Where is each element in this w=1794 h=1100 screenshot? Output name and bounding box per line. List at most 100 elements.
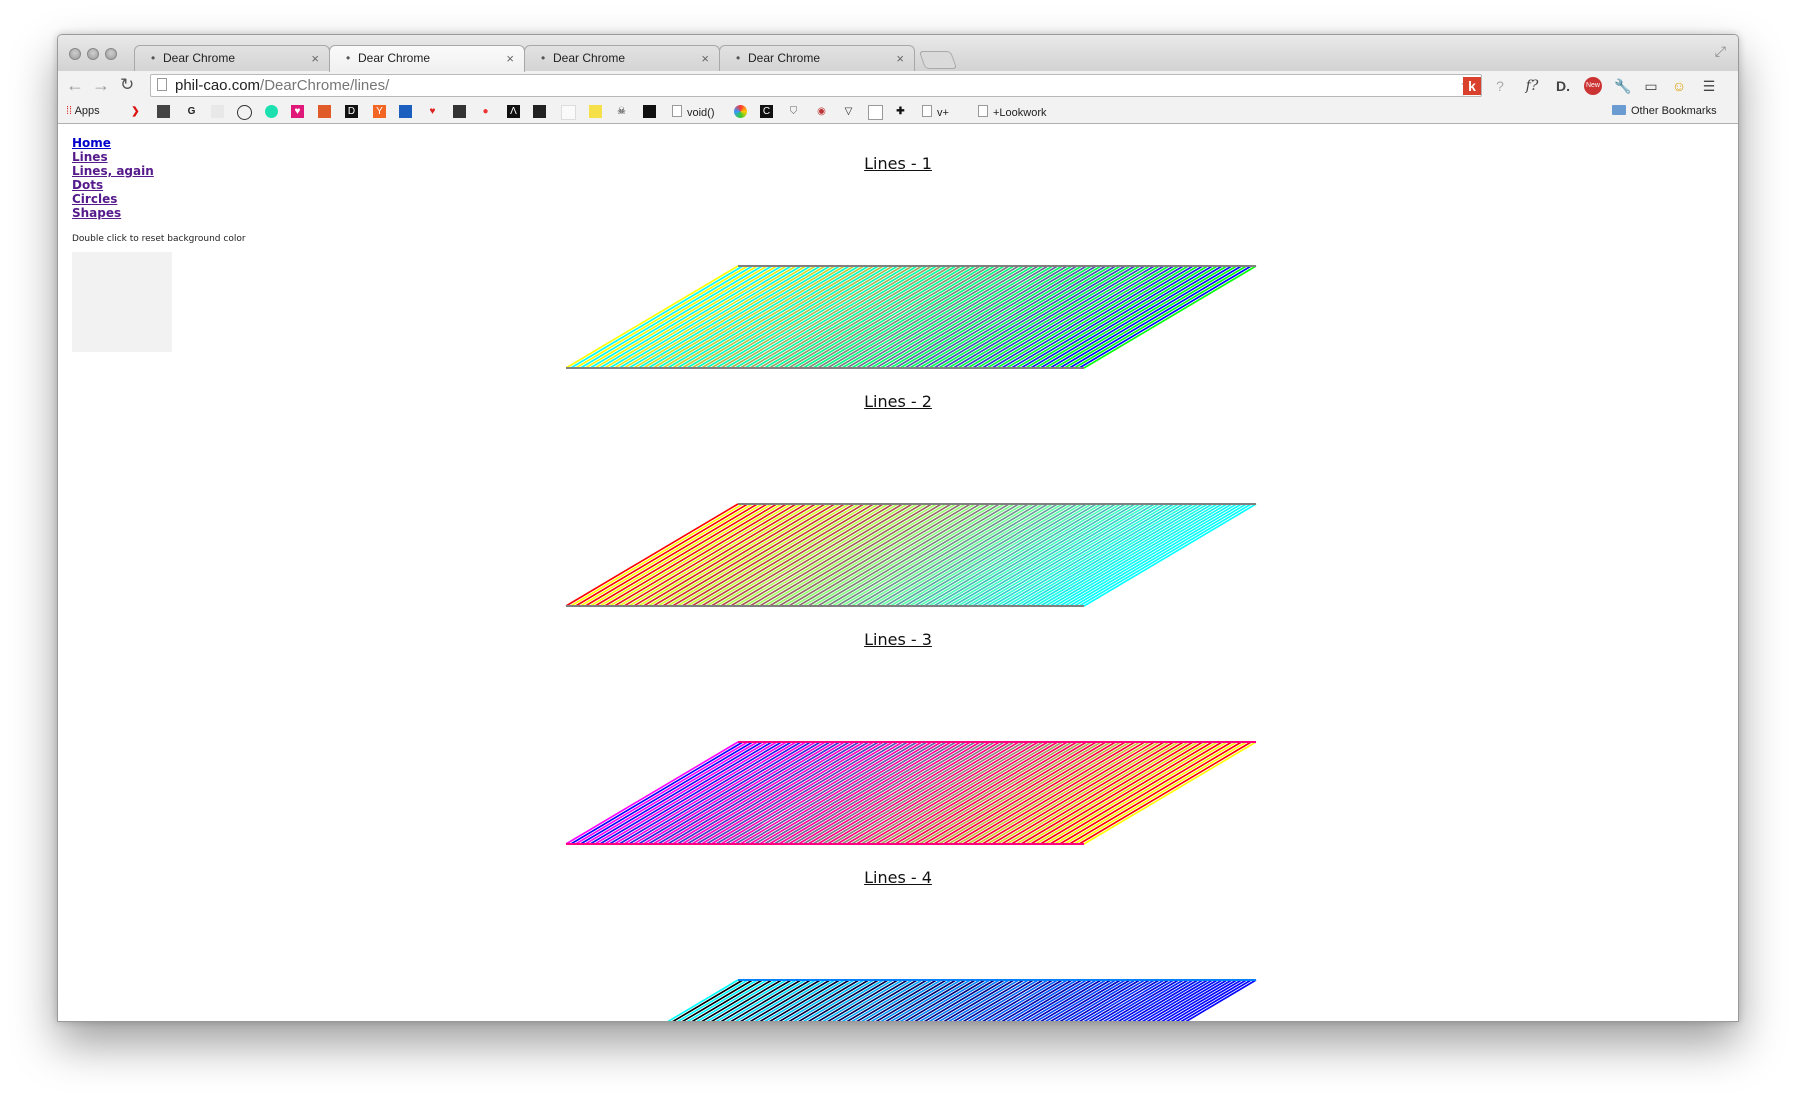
wrench-icon[interactable]: 🔧 xyxy=(1614,77,1632,95)
vplus-bookmark[interactable]: v+ xyxy=(922,105,949,119)
bookmark-bars-icon[interactable] xyxy=(453,105,466,118)
page-icon xyxy=(157,78,167,91)
tab-favicon-icon: • xyxy=(151,51,156,65)
url-host: phil-cao.com xyxy=(175,77,261,94)
lines-art-2 xyxy=(565,503,1257,607)
color-swatch[interactable] xyxy=(72,252,172,352)
url-text: phil-cao.com/DearChrome/lines/ xyxy=(175,77,389,94)
tab-4[interactable]: • Dear Chrome × xyxy=(719,45,915,71)
nav-shapes-link[interactable]: Shapes xyxy=(72,206,154,220)
tab-favicon-icon: • xyxy=(541,51,546,65)
extension-gray-icon[interactable]: ? xyxy=(1491,77,1509,95)
lines-art-3 xyxy=(565,741,1257,845)
bookmark-blue-icon[interactable] xyxy=(399,105,412,118)
file-icon xyxy=(922,105,932,117)
bookmark-white-icon[interactable] xyxy=(561,105,576,120)
bookmark-skull-icon[interactable]: ☠ xyxy=(615,105,628,118)
nav-home-link[interactable]: Home xyxy=(72,136,154,150)
bookmarks-bar: ⁞⁞ Apps ❯ G ♥ D Y ♥ ● Λ ☠ void() C ⛉ ◉ ▽… xyxy=(58,101,1738,124)
void-label: void() xyxy=(687,107,715,119)
browser-window: • Dear Chrome × • Dear Chrome × • Dear C… xyxy=(57,34,1739,1022)
other-bookmarks-label: Other Bookmarks xyxy=(1631,105,1717,117)
toolbar: ← → ↻ phil-cao.com/DearChrome/lines/ ☆ k… xyxy=(58,71,1738,102)
lines-art-4 xyxy=(667,979,1257,1021)
minimize-window-button[interactable] xyxy=(87,48,99,60)
folder-icon xyxy=(1612,105,1626,115)
lookwork-label: +Lookwork xyxy=(993,107,1047,119)
zoom-window-button[interactable] xyxy=(105,48,117,60)
close-window-button[interactable] xyxy=(69,48,81,60)
bookmark-shield-icon[interactable]: ⛉ xyxy=(787,105,800,118)
bookmark-d-icon[interactable]: D xyxy=(345,105,358,118)
lookwork-bookmark[interactable]: +Lookwork xyxy=(978,105,1047,119)
new-tab-button[interactable] xyxy=(918,51,958,69)
section-title-1: Lines - 1 xyxy=(864,154,932,173)
tab-close-icon[interactable]: × xyxy=(311,46,319,71)
tab-title: Dear Chrome xyxy=(163,51,236,65)
address-bar[interactable]: phil-cao.com/DearChrome/lines/ ☆ xyxy=(150,74,1482,97)
fullscreen-icon[interactable]: ⤢ xyxy=(1715,43,1726,60)
bookmark-bird-icon[interactable] xyxy=(318,105,331,118)
bookmark-red-arrow-icon[interactable]: ❯ xyxy=(129,105,142,118)
url-path: /DearChrome/lines/ xyxy=(260,77,390,94)
bookmark-color-wheel-icon[interactable] xyxy=(734,105,747,118)
cast-icon[interactable]: ▭ xyxy=(1642,77,1660,95)
page-content[interactable]: Home Lines Lines, again Dots Circles Sha… xyxy=(58,124,1738,1021)
file-icon xyxy=(978,105,988,117)
section-title-4: Lines - 4 xyxy=(864,868,932,887)
void-bookmark[interactable]: void() xyxy=(672,105,715,119)
lines-art-1 xyxy=(565,265,1257,369)
bookmark-plus-icon[interactable]: ✚ xyxy=(894,105,907,118)
nav-circles-link[interactable]: Circles xyxy=(72,192,154,206)
vplus-label: v+ xyxy=(937,107,949,119)
back-button[interactable]: ← xyxy=(66,75,84,95)
bookmark-eye-icon[interactable]: ◉ xyxy=(815,105,828,118)
tab-close-icon[interactable]: × xyxy=(506,46,514,71)
tab-title: Dear Chrome xyxy=(748,51,821,65)
tab-3[interactable]: • Dear Chrome × xyxy=(524,45,720,71)
extension-new-icon[interactable]: New xyxy=(1584,77,1602,95)
tab-title: Dear Chrome xyxy=(553,51,626,65)
extension-k-icon[interactable]: k xyxy=(1463,77,1481,95)
forward-button[interactable]: → xyxy=(92,75,110,95)
tab-title: Dear Chrome xyxy=(358,51,431,65)
bookmark-frame-icon[interactable] xyxy=(643,105,656,118)
bookmark-heart-white-icon[interactable]: ♥ xyxy=(426,105,439,118)
bookmark-file-icon[interactable] xyxy=(868,105,883,120)
other-bookmarks[interactable]: Other Bookmarks xyxy=(1612,105,1717,117)
bookmark-heart-icon[interactable]: ♥ xyxy=(291,105,304,118)
bookmark-v-icon[interactable]: ▽ xyxy=(842,105,855,118)
tab-close-icon[interactable]: × xyxy=(701,46,709,71)
menu-icon[interactable]: ☰ xyxy=(1700,77,1718,95)
tab-2[interactable]: • Dear Chrome × xyxy=(329,45,525,72)
bookmark-c-icon[interactable]: C xyxy=(760,105,773,118)
file-icon xyxy=(672,105,682,117)
extension-fonts-icon[interactable]: f? xyxy=(1520,77,1544,95)
tab-close-icon[interactable]: × xyxy=(896,46,904,71)
bookmark-y-icon[interactable]: Y xyxy=(373,105,386,118)
reset-hint: Double click to reset background color xyxy=(72,234,246,244)
bookmark-dark-icon[interactable] xyxy=(533,105,546,118)
section-title-3: Lines - 3 xyxy=(864,630,932,649)
site-nav: Home Lines Lines, again Dots Circles Sha… xyxy=(72,136,154,220)
tab-1[interactable]: • Dear Chrome × xyxy=(134,45,330,71)
bookmark-red-dot-icon[interactable]: ● xyxy=(479,105,492,118)
section-title-2: Lines - 2 xyxy=(864,392,932,411)
bookmark-ghost-icon[interactable] xyxy=(211,105,224,118)
bookmark-circle-icon[interactable] xyxy=(237,105,252,120)
extension-d-icon[interactable]: D. xyxy=(1552,77,1574,95)
bookmark-g-icon[interactable]: G xyxy=(185,105,198,118)
bookmark-square-icon[interactable] xyxy=(157,105,170,118)
bookmark-teal-dot-icon[interactable] xyxy=(265,105,278,118)
apps-grid-icon: ⁞⁞ xyxy=(66,105,73,117)
face-icon[interactable]: ☺ xyxy=(1670,77,1688,95)
tab-favicon-icon: • xyxy=(736,51,741,65)
tab-strip: • Dear Chrome × • Dear Chrome × • Dear C… xyxy=(58,35,1738,72)
apps-bookmark[interactable]: ⁞⁞ Apps xyxy=(66,105,100,117)
nav-dots-link[interactable]: Dots xyxy=(72,178,154,192)
reload-button[interactable]: ↻ xyxy=(120,75,134,95)
bookmark-lambda-icon[interactable]: Λ xyxy=(507,105,520,118)
bookmark-yellow-icon[interactable] xyxy=(589,105,602,118)
apps-label: Apps xyxy=(74,105,100,117)
tab-favicon-icon: • xyxy=(346,51,351,65)
